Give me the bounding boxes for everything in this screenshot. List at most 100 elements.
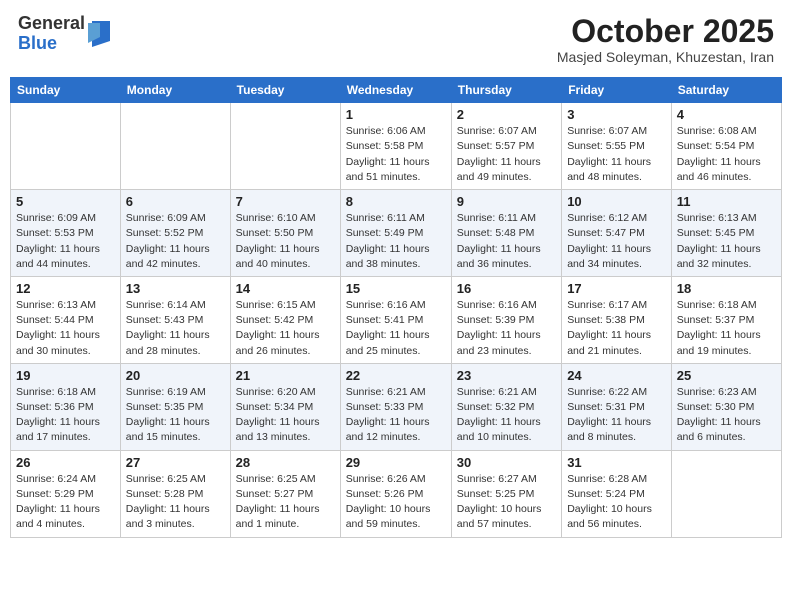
day-info: Sunrise: 6:21 AM Sunset: 5:33 PM Dayligh… <box>346 385 446 446</box>
calendar-cell: 7 Sunrise: 6:10 AM Sunset: 5:50 PM Daylig… <box>230 190 340 277</box>
calendar-cell: 25 Sunrise: 6:23 AM Sunset: 5:30 PM Dayli… <box>671 363 781 450</box>
day-number: 8 <box>346 194 446 209</box>
calendar-cell: 15 Sunrise: 6:16 AM Sunset: 5:41 PM Dayli… <box>340 276 451 363</box>
calendar-cell: 28Sunrise: 6:25 AM Sunset: 5:27 PM Dayli… <box>230 450 340 537</box>
title-block: October 2025 Masjed Soleyman, Khuzestan,… <box>557 14 774 65</box>
day-number: 29 <box>346 455 446 470</box>
week-row-2: 5 Sunrise: 6:09 AM Sunset: 5:53 PM Daylig… <box>11 190 782 277</box>
day-info: Sunrise: 6:11 AM Sunset: 5:49 PM Dayligh… <box>346 211 446 272</box>
calendar-cell: 6 Sunrise: 6:09 AM Sunset: 5:52 PM Daylig… <box>120 190 230 277</box>
calendar-cell: 3 Sunrise: 6:07 AM Sunset: 5:55 PM Daylig… <box>562 103 672 190</box>
day-info: Sunrise: 6:08 AM Sunset: 5:54 PM Dayligh… <box>677 124 776 185</box>
page-header: General Blue October 2025 Masjed Soleyma… <box>10 10 782 69</box>
day-info: Sunrise: 6:26 AM Sunset: 5:26 PM Dayligh… <box>346 472 446 533</box>
week-row-4: 19 Sunrise: 6:18 AM Sunset: 5:36 PM Dayli… <box>11 363 782 450</box>
day-number: 19 <box>16 368 115 383</box>
week-row-5: 26Sunrise: 6:24 AM Sunset: 5:29 PM Dayli… <box>11 450 782 537</box>
calendar-cell <box>11 103 121 190</box>
day-number: 1 <box>346 107 446 122</box>
day-info: Sunrise: 6:18 AM Sunset: 5:37 PM Dayligh… <box>677 298 776 359</box>
day-number: 18 <box>677 281 776 296</box>
day-number: 12 <box>16 281 115 296</box>
day-number: 6 <box>126 194 225 209</box>
calendar-cell: 30 Sunrise: 6:27 AM Sunset: 5:25 PM Dayli… <box>451 450 561 537</box>
day-number: 11 <box>677 194 776 209</box>
day-info: Sunrise: 6:14 AM Sunset: 5:43 PM Dayligh… <box>126 298 225 359</box>
day-number: 14 <box>236 281 335 296</box>
day-number: 21 <box>236 368 335 383</box>
location-text: Masjed Soleyman, Khuzestan, Iran <box>557 49 774 65</box>
calendar-cell: 26Sunrise: 6:24 AM Sunset: 5:29 PM Dayli… <box>11 450 121 537</box>
calendar-cell: 24Sunrise: 6:22 AM Sunset: 5:31 PM Dayli… <box>562 363 672 450</box>
calendar-cell: 21 Sunrise: 6:20 AM Sunset: 5:34 PM Dayli… <box>230 363 340 450</box>
day-info: Sunrise: 6:16 AM Sunset: 5:39 PM Dayligh… <box>457 298 556 359</box>
weekday-header-saturday: Saturday <box>671 78 781 103</box>
calendar-cell: 23 Sunrise: 6:21 AM Sunset: 5:32 PM Dayli… <box>451 363 561 450</box>
calendar-cell: 27 Sunrise: 6:25 AM Sunset: 5:28 PM Dayli… <box>120 450 230 537</box>
calendar-cell: 13Sunrise: 6:14 AM Sunset: 5:43 PM Dayli… <box>120 276 230 363</box>
calendar-table: SundayMondayTuesdayWednesdayThursdayFrid… <box>10 77 782 537</box>
weekday-header-row: SundayMondayTuesdayWednesdayThursdayFrid… <box>11 78 782 103</box>
day-number: 31 <box>567 455 666 470</box>
day-info: Sunrise: 6:16 AM Sunset: 5:41 PM Dayligh… <box>346 298 446 359</box>
day-number: 9 <box>457 194 556 209</box>
day-number: 16 <box>457 281 556 296</box>
day-info: Sunrise: 6:28 AM Sunset: 5:24 PM Dayligh… <box>567 472 666 533</box>
logo-icon <box>88 21 110 47</box>
day-info: Sunrise: 6:11 AM Sunset: 5:48 PM Dayligh… <box>457 211 556 272</box>
day-number: 5 <box>16 194 115 209</box>
day-number: 27 <box>126 455 225 470</box>
weekday-header-sunday: Sunday <box>11 78 121 103</box>
calendar-cell <box>671 450 781 537</box>
day-info: Sunrise: 6:12 AM Sunset: 5:47 PM Dayligh… <box>567 211 666 272</box>
weekday-header-friday: Friday <box>562 78 672 103</box>
calendar-cell: 11 Sunrise: 6:13 AM Sunset: 5:45 PM Dayli… <box>671 190 781 277</box>
calendar-cell: 10 Sunrise: 6:12 AM Sunset: 5:47 PM Dayli… <box>562 190 672 277</box>
day-info: Sunrise: 6:07 AM Sunset: 5:55 PM Dayligh… <box>567 124 666 185</box>
day-info: Sunrise: 6:17 AM Sunset: 5:38 PM Dayligh… <box>567 298 666 359</box>
day-number: 15 <box>346 281 446 296</box>
day-number: 3 <box>567 107 666 122</box>
day-number: 7 <box>236 194 335 209</box>
week-row-3: 12 Sunrise: 6:13 AM Sunset: 5:44 PM Dayli… <box>11 276 782 363</box>
calendar-cell: 4 Sunrise: 6:08 AM Sunset: 5:54 PM Daylig… <box>671 103 781 190</box>
logo-blue-text: Blue <box>18 34 85 54</box>
calendar-cell: 14Sunrise: 6:15 AM Sunset: 5:42 PM Dayli… <box>230 276 340 363</box>
calendar-cell: 19 Sunrise: 6:18 AM Sunset: 5:36 PM Dayli… <box>11 363 121 450</box>
day-number: 23 <box>457 368 556 383</box>
day-info: Sunrise: 6:18 AM Sunset: 5:36 PM Dayligh… <box>16 385 115 446</box>
logo: General Blue <box>18 14 110 54</box>
calendar-cell <box>230 103 340 190</box>
calendar-cell: 18 Sunrise: 6:18 AM Sunset: 5:37 PM Dayli… <box>671 276 781 363</box>
weekday-header-tuesday: Tuesday <box>230 78 340 103</box>
weekday-header-thursday: Thursday <box>451 78 561 103</box>
day-info: Sunrise: 6:09 AM Sunset: 5:52 PM Dayligh… <box>126 211 225 272</box>
day-info: Sunrise: 6:23 AM Sunset: 5:30 PM Dayligh… <box>677 385 776 446</box>
weekday-header-monday: Monday <box>120 78 230 103</box>
day-info: Sunrise: 6:20 AM Sunset: 5:34 PM Dayligh… <box>236 385 335 446</box>
day-info: Sunrise: 6:06 AM Sunset: 5:58 PM Dayligh… <box>346 124 446 185</box>
calendar-cell: 29 Sunrise: 6:26 AM Sunset: 5:26 PM Dayli… <box>340 450 451 537</box>
calendar-cell: 20Sunrise: 6:19 AM Sunset: 5:35 PM Dayli… <box>120 363 230 450</box>
day-number: 10 <box>567 194 666 209</box>
day-info: Sunrise: 6:25 AM Sunset: 5:28 PM Dayligh… <box>126 472 225 533</box>
month-title: October 2025 <box>557 14 774 49</box>
day-info: Sunrise: 6:13 AM Sunset: 5:45 PM Dayligh… <box>677 211 776 272</box>
day-number: 25 <box>677 368 776 383</box>
day-info: Sunrise: 6:27 AM Sunset: 5:25 PM Dayligh… <box>457 472 556 533</box>
calendar-cell: 1 Sunrise: 6:06 AM Sunset: 5:58 PM Daylig… <box>340 103 451 190</box>
calendar-cell: 17Sunrise: 6:17 AM Sunset: 5:38 PM Dayli… <box>562 276 672 363</box>
calendar-cell: 31 Sunrise: 6:28 AM Sunset: 5:24 PM Dayli… <box>562 450 672 537</box>
calendar-cell: 8 Sunrise: 6:11 AM Sunset: 5:49 PM Daylig… <box>340 190 451 277</box>
day-info: Sunrise: 6:09 AM Sunset: 5:53 PM Dayligh… <box>16 211 115 272</box>
calendar-cell: 2Sunrise: 6:07 AM Sunset: 5:57 PM Daylig… <box>451 103 561 190</box>
day-number: 4 <box>677 107 776 122</box>
day-info: Sunrise: 6:21 AM Sunset: 5:32 PM Dayligh… <box>457 385 556 446</box>
day-info: Sunrise: 6:13 AM Sunset: 5:44 PM Dayligh… <box>16 298 115 359</box>
day-info: Sunrise: 6:07 AM Sunset: 5:57 PM Dayligh… <box>457 124 556 185</box>
day-number: 22 <box>346 368 446 383</box>
day-info: Sunrise: 6:10 AM Sunset: 5:50 PM Dayligh… <box>236 211 335 272</box>
day-info: Sunrise: 6:25 AM Sunset: 5:27 PM Dayligh… <box>236 472 335 533</box>
day-number: 30 <box>457 455 556 470</box>
day-number: 26 <box>16 455 115 470</box>
